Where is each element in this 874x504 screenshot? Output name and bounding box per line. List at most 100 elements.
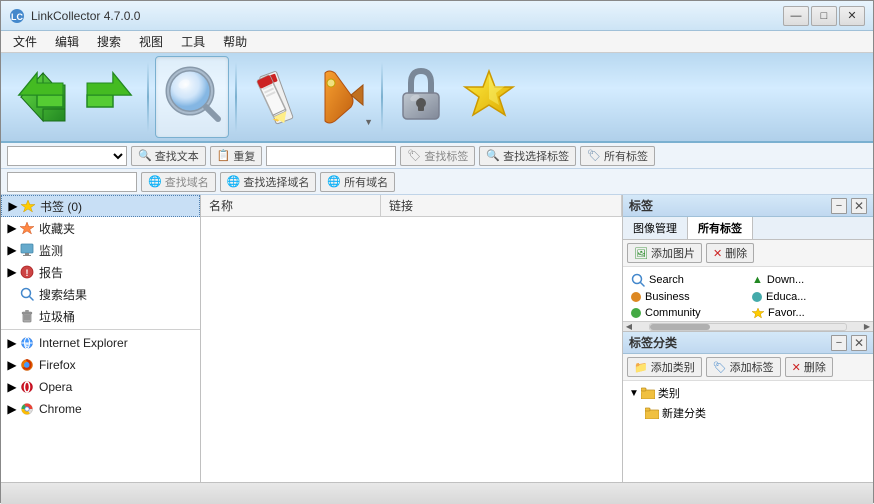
tree-item-opera[interactable]: ▶ Opera: [1, 376, 200, 398]
cat-root-expander[interactable]: ▼: [629, 388, 639, 399]
tag-panel-close-button[interactable]: ✕: [851, 198, 867, 214]
tree-item-report[interactable]: ▶ ! 报告: [1, 261, 200, 283]
scroll-right-btn[interactable]: ▶: [861, 322, 873, 332]
tree-item-firefox[interactable]: ▶ Firefox: [1, 354, 200, 376]
add-category-button[interactable]: 📁 添加类别: [627, 357, 702, 377]
tree-item-trash[interactable]: 垃圾桶: [1, 305, 200, 327]
search-button[interactable]: [155, 56, 229, 138]
tag-panel-header: 标签 − ✕: [623, 195, 873, 217]
add-tag-button[interactable]: 🏷 添加标签: [706, 357, 781, 377]
content-area: [201, 217, 622, 482]
svg-text:!: !: [26, 268, 29, 278]
find-selected-tag-button[interactable]: 🔍 查找选择标签: [479, 146, 576, 166]
scroll-thumb[interactable]: [650, 324, 710, 330]
tag-dropdown-arrow: ▼: [364, 117, 373, 127]
ie-expander[interactable]: ▶: [5, 336, 19, 350]
search-results-expander[interactable]: [5, 287, 19, 301]
add-tag-icon: 🏷: [713, 361, 727, 374]
report-icon: !: [19, 264, 35, 280]
menu-tools[interactable]: 工具: [173, 31, 213, 52]
tree-item-chrome[interactable]: ▶ Chrome: [1, 398, 200, 420]
tag-item-educa[interactable]: Educa...: [748, 289, 869, 305]
status-bar: [1, 482, 873, 504]
report-label: 报告: [39, 264, 63, 281]
cat-item-root[interactable]: ▼ 类别: [625, 383, 871, 403]
opera-expander[interactable]: ▶: [5, 380, 19, 394]
close-button[interactable]: ✕: [839, 6, 865, 26]
tab-image-management[interactable]: 图像管理: [623, 217, 688, 239]
menu-help[interactable]: 帮助: [215, 31, 255, 52]
maximize-button[interactable]: □: [811, 6, 837, 26]
tree-item-search-results[interactable]: 搜索结果: [1, 283, 200, 305]
favorites-expander[interactable]: ▶: [5, 221, 19, 235]
edit-button[interactable]: [243, 61, 307, 133]
tag-item-business[interactable]: Business: [627, 289, 748, 305]
find-tag-button[interactable]: 🏷 查找标签: [400, 146, 475, 166]
forward-button[interactable]: [77, 61, 141, 133]
category-actions: 📁 添加类别 🏷 添加标签 ✕ 删除: [623, 354, 873, 381]
minimize-button[interactable]: —: [783, 6, 809, 26]
delete-tag-button[interactable]: ✕ 删除: [706, 243, 754, 263]
add-category-icon: 📁: [634, 361, 648, 374]
report-expander[interactable]: ▶: [5, 265, 19, 279]
monitor-expander[interactable]: ▶: [5, 243, 19, 257]
col-header-link: 链接: [381, 195, 622, 216]
chrome-expander[interactable]: ▶: [5, 402, 19, 416]
find-selected-domain-button[interactable]: 🌐 查找选择域名: [220, 172, 317, 192]
left-panel: ▶ 书签 (0) ▶ 收藏夹 ▶ 监测: [1, 195, 201, 482]
all-tags-button[interactable]: 🏷 所有标签: [580, 146, 655, 166]
find-domain-button[interactable]: 🌐 查找域名: [141, 172, 216, 192]
find-selected-tag-icon: 🔍: [486, 149, 500, 162]
firefox-expander[interactable]: ▶: [5, 358, 19, 372]
domain-search-input[interactable]: [7, 172, 137, 192]
delete-category-button[interactable]: ✕ 删除: [785, 357, 833, 377]
category-panel-close-button[interactable]: ✕: [851, 335, 867, 351]
app-title: LinkCollector 4.7.0.0: [31, 9, 140, 23]
find-domain-icon: 🌐: [148, 175, 162, 188]
duplicate-button[interactable]: 📋 重复: [210, 146, 263, 166]
menu-file[interactable]: 文件: [5, 31, 45, 52]
column-headers: 名称 链接: [201, 195, 622, 217]
tag-panel: 标签 − ✕ 图像管理 所有标签 🖼 添加图片 ✕ 删除: [623, 195, 873, 332]
tag-panel-minus[interactable]: −: [831, 198, 847, 214]
lock-button[interactable]: [389, 61, 453, 133]
find-text-icon: 🔍: [138, 149, 152, 162]
all-domains-button[interactable]: 🌐 所有域名: [320, 172, 395, 192]
menu-edit[interactable]: 编辑: [47, 31, 87, 52]
trash-expander[interactable]: [5, 309, 19, 323]
trash-icon: [19, 308, 35, 324]
bookmarks-expander[interactable]: ▶: [6, 199, 20, 213]
add-image-button[interactable]: 🖼 添加图片: [627, 243, 702, 263]
tag-search-input[interactable]: [266, 146, 396, 166]
tag-item-down[interactable]: ▲ Down...: [748, 271, 869, 289]
tree-item-bookmarks[interactable]: ▶ 书签 (0): [1, 195, 200, 217]
scroll-track[interactable]: [649, 323, 847, 331]
tree-item-monitor[interactable]: ▶ 监测: [1, 239, 200, 261]
cat-item-new[interactable]: 新建分类: [625, 403, 871, 423]
tag-grid: Search ▲ Down... Business Educa...: [623, 267, 873, 321]
star-button[interactable]: [457, 61, 521, 133]
back-button[interactable]: [9, 61, 73, 133]
scroll-left-btn[interactable]: ◀: [623, 322, 635, 332]
tag-scrollbar[interactable]: ◀ ▶: [623, 321, 873, 331]
tab-all-tags[interactable]: 所有标签: [688, 217, 753, 239]
menu-view[interactable]: 视图: [131, 31, 171, 52]
tree-item-ie[interactable]: ▶ e Internet Explorer: [1, 332, 200, 354]
category-panel-minus[interactable]: −: [831, 335, 847, 351]
find-text-button[interactable]: 🔍 查找文本: [131, 146, 206, 166]
bookmarks-icon: [20, 198, 36, 214]
tag-item-community[interactable]: Community: [627, 305, 748, 321]
filter-bar-2: 🌐 查找域名 🌐 查找选择域名 🌐 所有域名: [1, 169, 873, 195]
tag-item-search[interactable]: Search: [627, 271, 748, 289]
cat-root-label: 类别: [658, 385, 680, 401]
tag-item-favor[interactable]: Favor...: [748, 305, 869, 321]
tag-button[interactable]: ▼: [311, 61, 375, 133]
search-dropdown[interactable]: [7, 146, 127, 166]
menu-search[interactable]: 搜索: [89, 31, 129, 52]
category-panel: 标签分类 − ✕ 📁 添加类别 🏷 添加标签 ✕ 删除: [623, 332, 873, 482]
col-header-name: 名称: [201, 195, 381, 216]
svg-text:LC: LC: [11, 12, 23, 22]
category-tree: ▼ 类别 新建分类: [623, 381, 873, 482]
back-icon: [13, 65, 69, 129]
tree-item-favorites[interactable]: ▶ 收藏夹: [1, 217, 200, 239]
